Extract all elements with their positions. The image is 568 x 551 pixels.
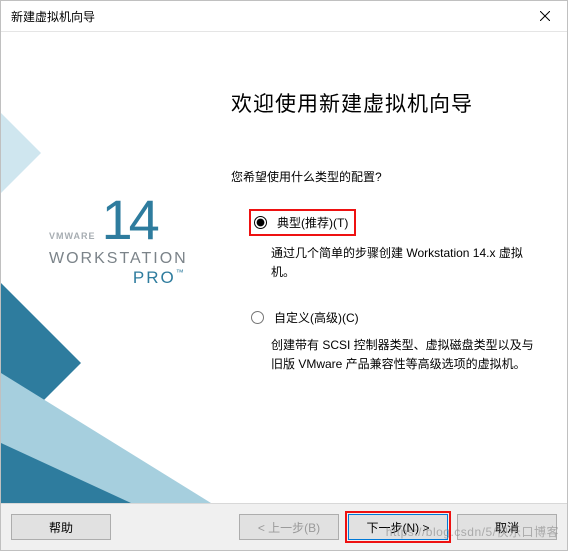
radio-typical[interactable] <box>254 216 267 229</box>
help-button[interactable]: 帮助 <box>11 514 111 540</box>
brand-tm-symbol: ™ <box>176 268 186 277</box>
titlebar: 新建虚拟机向导 <box>1 1 567 32</box>
next-button-highlight: 下一步(N) > <box>345 511 451 543</box>
config-question: 您希望使用什么类型的配置? <box>231 168 537 185</box>
back-button[interactable]: < 上一步(B) <box>239 514 339 540</box>
close-button[interactable] <box>522 1 567 31</box>
option-typical: 典型(推荐)(T) 通过几个简单的步骤创建 Workstation 14.x 虚… <box>249 209 537 281</box>
option-custom-desc: 创建带有 SCSI 控制器类型、虚拟磁盘类型以及与旧版 VMware 产品兼容性… <box>271 336 537 373</box>
option-typical-head[interactable]: 典型(推荐)(T) <box>249 209 356 236</box>
option-custom-head[interactable]: 自定义(高级)(C) <box>249 307 537 328</box>
dialog-body: VMWARE 14 WORKSTATION PRO™ 欢迎使用新建虚拟机向导 您… <box>1 32 567 503</box>
brand-pro-label: PRO <box>133 268 176 287</box>
option-typical-desc: 通过几个简单的步骤创建 Workstation 14.x 虚拟机。 <box>271 244 537 281</box>
window-title: 新建虚拟机向导 <box>11 8 95 25</box>
close-icon <box>540 11 550 21</box>
radio-custom[interactable] <box>251 311 264 324</box>
brand-pro-text: PRO™ <box>49 268 188 288</box>
sidebar-graphic: VMWARE 14 WORKSTATION PRO™ <box>1 32 211 503</box>
brand-block: VMWARE 14 WORKSTATION PRO™ <box>49 192 188 288</box>
content-panel: 欢迎使用新建虚拟机向导 您希望使用什么类型的配置? 典型(推荐)(T) 通过几个… <box>211 32 567 503</box>
wizard-window: 新建虚拟机向导 VMWARE 14 WORKSTATION <box>0 0 568 551</box>
cancel-button[interactable]: 取消 <box>457 514 557 540</box>
config-options: 典型(推荐)(T) 通过几个简单的步骤创建 Workstation 14.x 虚… <box>231 209 537 373</box>
next-button[interactable]: 下一步(N) > <box>348 514 448 540</box>
page-heading: 欢迎使用新建虚拟机向导 <box>231 88 537 118</box>
brand-version-number: 14 <box>102 192 156 248</box>
option-custom: 自定义(高级)(C) 创建带有 SCSI 控制器类型、虚拟磁盘类型以及与旧版 V… <box>249 307 537 373</box>
footer-button-bar: 帮助 < 上一步(B) 下一步(N) > 取消 <box>1 503 567 550</box>
brand-workstation-text: WORKSTATION <box>49 250 188 268</box>
brand-vmware-text: VMWARE <box>49 231 96 241</box>
option-typical-label: 典型(推荐)(T) <box>277 214 348 231</box>
option-custom-label: 自定义(高级)(C) <box>274 309 359 326</box>
